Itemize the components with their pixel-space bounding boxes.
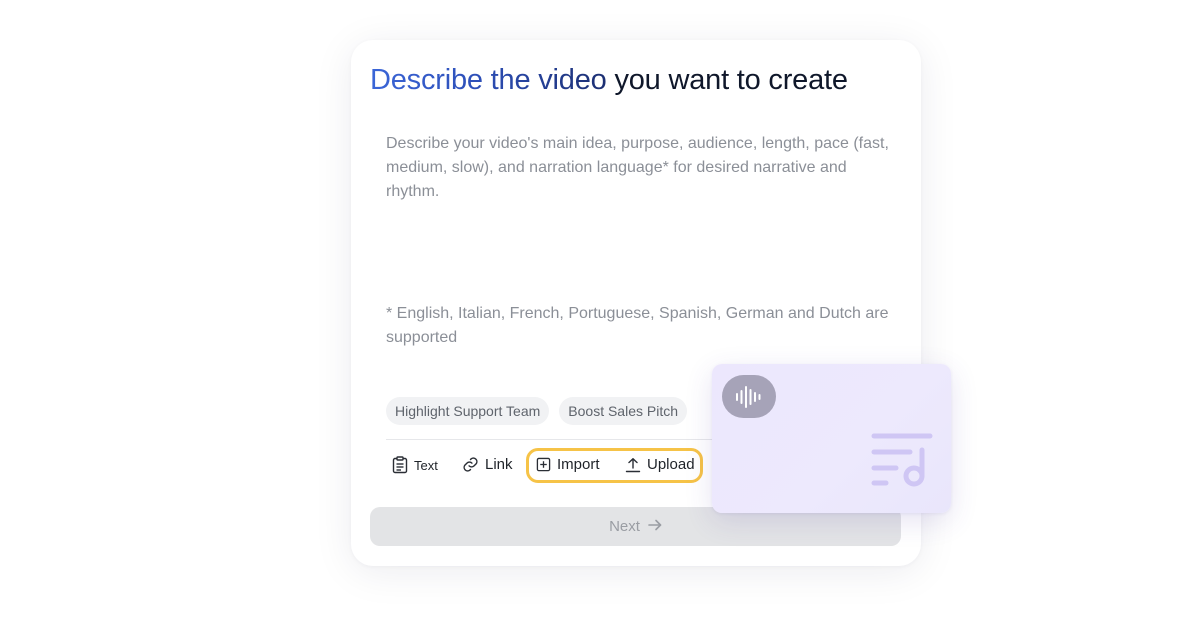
text-button-label: Text — [414, 457, 438, 473]
upload-button[interactable]: Upload — [625, 456, 695, 473]
plus-square-icon — [536, 457, 551, 472]
upload-icon — [625, 457, 641, 473]
clipboard-icon — [392, 456, 408, 474]
link-icon — [462, 456, 479, 473]
suggestion-chips: Highlight Support Team Boost Sales Pitch — [386, 397, 688, 425]
upload-button-label: Upload — [647, 456, 695, 473]
supported-languages-note: * English, Italian, French, Portuguese, … — [386, 305, 889, 346]
suggestion-chip-sales-pitch[interactable]: Boost Sales Pitch — [559, 397, 688, 425]
music-playlist-icon — [870, 430, 934, 495]
arrow-right-icon — [648, 518, 662, 535]
title-rest: you want to create — [614, 64, 848, 96]
page-title: Describe the video you want to create — [370, 60, 848, 100]
audio-waveform-icon — [722, 375, 776, 418]
import-button[interactable]: Import — [536, 456, 600, 473]
suggestion-chip-support-team[interactable]: Highlight Support Team — [386, 397, 550, 425]
text-button[interactable]: Text — [392, 456, 438, 474]
description-input[interactable]: Describe your video's main idea, purpose… — [386, 132, 896, 204]
audio-upload-card — [712, 364, 951, 513]
import-button-label: Import — [557, 456, 600, 473]
next-button-label: Next — [609, 518, 640, 535]
link-button-label: Link — [485, 456, 513, 473]
link-button[interactable]: Link — [462, 456, 513, 473]
title-highlight: Describe the video — [370, 64, 607, 96]
